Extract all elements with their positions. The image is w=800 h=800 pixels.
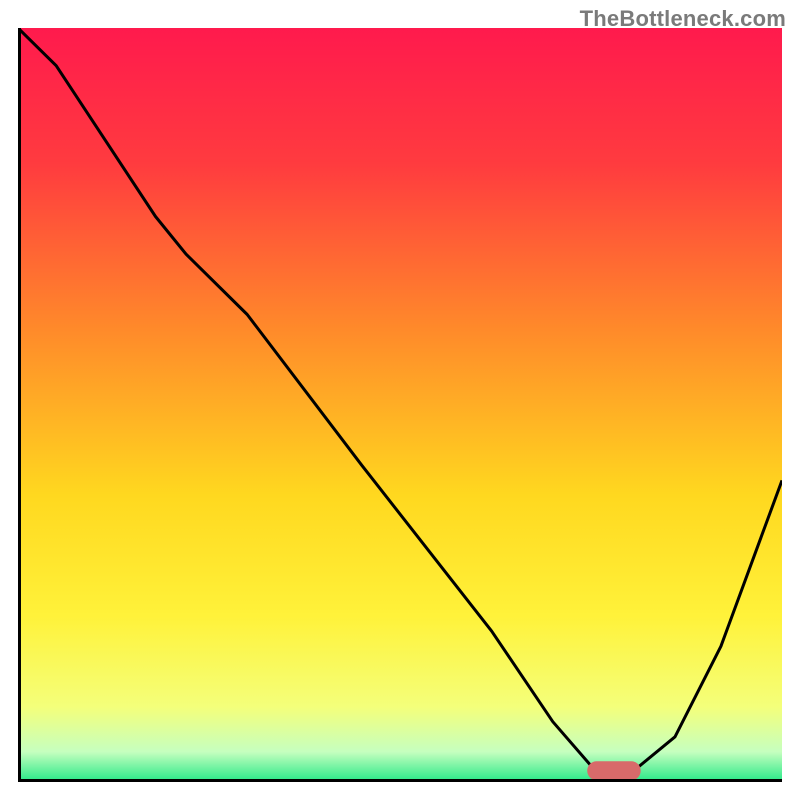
- plot-area: [18, 28, 782, 782]
- gradient-background: [18, 28, 782, 782]
- chart-svg: [18, 28, 782, 782]
- chart-container: TheBottleneck.com: [0, 0, 800, 800]
- optimal-zone-marker: [587, 761, 641, 780]
